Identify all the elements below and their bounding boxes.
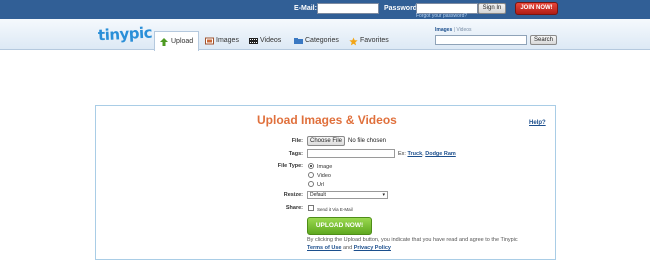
star-icon bbox=[349, 36, 358, 45]
search-scope-images[interactable]: Images bbox=[435, 27, 452, 33]
film-icon bbox=[249, 37, 258, 45]
choose-file-button[interactable]: Choose File bbox=[307, 136, 345, 146]
terms-and-text: and bbox=[342, 245, 353, 251]
share-label: Share: bbox=[285, 205, 303, 211]
tab-images-label: Images bbox=[216, 37, 239, 44]
share-email-label: Send it Via E-Mail bbox=[317, 207, 353, 212]
join-now-button[interactable]: JOIN NOW! bbox=[515, 2, 558, 15]
tinypic-logo[interactable]: tinypic bbox=[98, 24, 153, 45]
terms-notice-text: By clicking the Upload button, you indic… bbox=[307, 237, 518, 243]
chevron-down-icon: ▾ bbox=[382, 192, 385, 198]
tab-upload-label: Upload bbox=[171, 38, 194, 45]
file-type-url-label: Url bbox=[317, 182, 325, 188]
search-input[interactable] bbox=[435, 35, 527, 45]
file-type-image-label: Image bbox=[317, 164, 333, 170]
tab-favorites-label: Favorites bbox=[360, 37, 389, 44]
login-bar: E-Mail: Password: Sign In JOIN NOW! Forg… bbox=[0, 0, 650, 19]
privacy-policy-link[interactable]: Privacy Policy bbox=[354, 245, 391, 251]
sign-in-button[interactable]: Sign In bbox=[478, 3, 506, 14]
email-field[interactable] bbox=[317, 3, 379, 14]
search-scope-separator: | bbox=[453, 27, 455, 33]
logo-text-pic: pic bbox=[128, 23, 153, 43]
search-button[interactable]: Search bbox=[530, 35, 557, 45]
file-type-video-label: Video bbox=[317, 173, 331, 179]
help-link[interactable]: Help? bbox=[529, 120, 546, 126]
images-icon bbox=[205, 37, 214, 45]
upload-arrow-icon bbox=[160, 37, 168, 46]
resize-select-value: Default bbox=[310, 192, 326, 198]
resize-select[interactable]: Default ▾ bbox=[307, 191, 388, 199]
search-scope: Images | Videos bbox=[435, 27, 472, 33]
tab-videos-label: Videos bbox=[260, 37, 282, 44]
tab-categories[interactable]: Categories bbox=[294, 31, 339, 50]
file-label: File: bbox=[291, 138, 303, 144]
tab-categories-label: Categories bbox=[305, 37, 339, 44]
resize-label: Resize: bbox=[283, 192, 303, 198]
tags-input[interactable] bbox=[307, 149, 395, 158]
upload-now-button[interactable]: UPLOAD NOW! bbox=[307, 217, 372, 235]
share-email-checkbox[interactable] bbox=[308, 205, 314, 211]
tags-example: Ex: Truck, Dodge Ram bbox=[398, 151, 456, 157]
terms-notice: By clicking the Upload button, you indic… bbox=[307, 236, 552, 252]
tags-example-truck-link[interactable]: Truck bbox=[407, 151, 422, 157]
tags-example-prefix: Ex: bbox=[398, 151, 406, 157]
page-title: Upload Images & Videos bbox=[257, 113, 397, 127]
tags-example-separator: , bbox=[422, 151, 424, 157]
search-scope-videos[interactable]: Videos bbox=[456, 27, 471, 33]
tags-example-dodge-ram-link[interactable]: Dodge Ram bbox=[425, 151, 456, 157]
tab-videos[interactable]: Videos bbox=[249, 31, 281, 50]
terms-of-use-link[interactable]: Terms of Use bbox=[307, 245, 341, 251]
logo-text-tiny: tiny bbox=[97, 24, 130, 45]
file-type-label: File Type: bbox=[277, 163, 303, 169]
tab-favorites[interactable]: Favorites bbox=[349, 31, 389, 50]
tags-label: Tags: bbox=[288, 151, 303, 157]
tab-images[interactable]: Images bbox=[205, 31, 239, 50]
file-type-video-radio[interactable] bbox=[308, 172, 314, 178]
file-type-url-radio[interactable] bbox=[308, 181, 314, 187]
folder-icon bbox=[294, 37, 303, 45]
tab-upload[interactable]: Upload bbox=[154, 31, 200, 51]
password-label: Password: bbox=[384, 5, 420, 12]
file-type-image-radio[interactable] bbox=[308, 163, 314, 169]
email-label: E-Mail: bbox=[294, 5, 317, 12]
file-status: No file chosen bbox=[348, 138, 387, 144]
